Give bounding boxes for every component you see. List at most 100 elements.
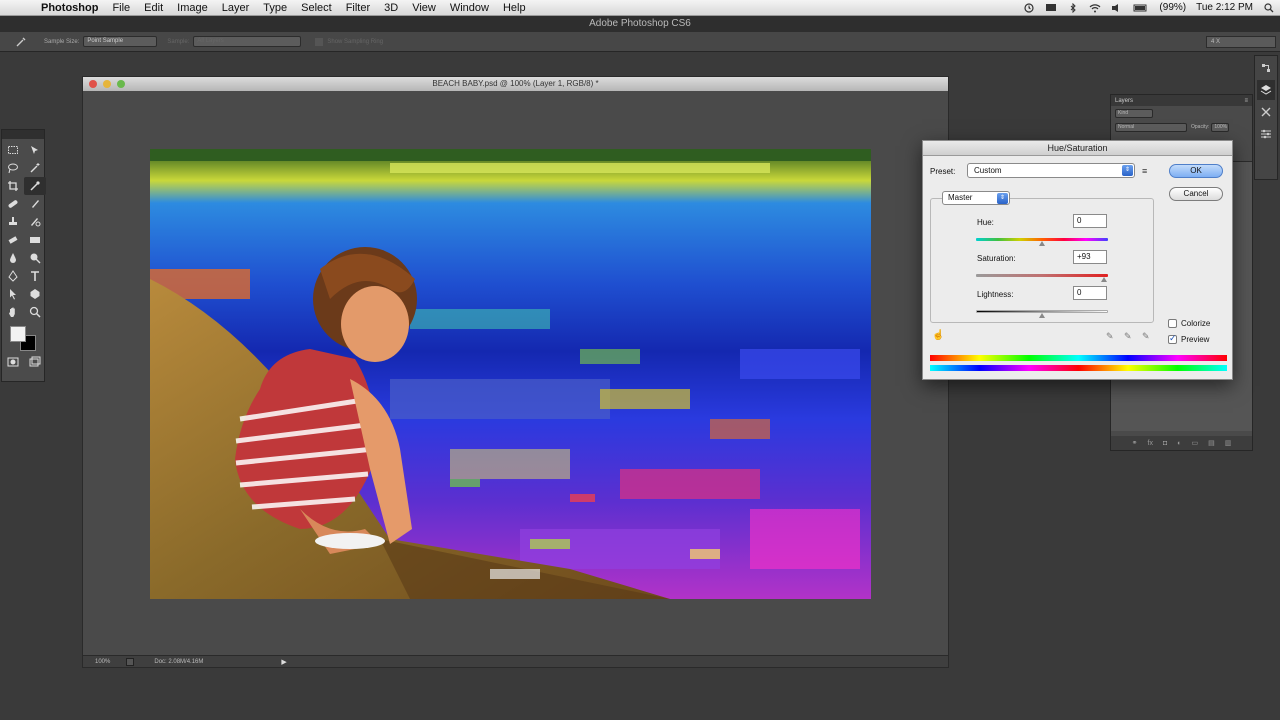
gradient-tool-icon[interactable]: [24, 231, 46, 249]
colorize-label: Colorize: [1181, 319, 1211, 328]
menubar-clock[interactable]: Tue 2:12 PM: [1191, 2, 1258, 13]
eyedropper-minus-icon[interactable]: ✎: [1142, 331, 1150, 342]
pen-tool-icon[interactable]: [2, 267, 24, 285]
zoom-tool-icon[interactable]: [24, 303, 46, 321]
foreground-color-swatch[interactable]: [10, 326, 26, 342]
status-menu-arrow-icon[interactable]: ▶: [281, 658, 286, 666]
sample-layers-select[interactable]: All Layers: [193, 36, 302, 47]
status-options-icon[interactable]: [126, 657, 135, 666]
app-window-title: Adobe Photoshop CS6: [0, 16, 1280, 32]
volume-icon[interactable]: [1111, 3, 1123, 13]
cancel-button[interactable]: Cancel: [1169, 187, 1223, 201]
menu-3d[interactable]: 3D: [377, 0, 405, 16]
type-tool-icon[interactable]: [24, 267, 46, 285]
time-machine-icon[interactable]: [1023, 2, 1035, 13]
battery-icon[interactable]: [1133, 3, 1149, 13]
hue-slider-thumb[interactable]: [1039, 241, 1045, 246]
dock-layers-icon[interactable]: [1257, 80, 1275, 100]
close-window-icon[interactable]: [89, 80, 97, 88]
tools-panel-header[interactable]: [2, 130, 44, 139]
crop-tool-icon[interactable]: [2, 177, 24, 195]
preset-select[interactable]: Custom ⇕: [967, 163, 1135, 178]
document-titlebar[interactable]: BEACH BABY.psd @ 100% (Layer 1, RGB/8) *: [83, 77, 948, 91]
layer-style-icon[interactable]: fx: [1148, 440, 1153, 447]
shape-tool-icon[interactable]: [24, 285, 46, 303]
zoom-level[interactable]: 100%: [95, 659, 110, 665]
blend-mode-select[interactable]: Normal: [1115, 122, 1187, 132]
menu-select[interactable]: Select: [294, 0, 339, 16]
saturation-input[interactable]: +93: [1073, 250, 1107, 264]
eyedropper-tool-icon[interactable]: [24, 177, 46, 195]
menu-image[interactable]: Image: [170, 0, 215, 16]
preview-checkbox[interactable]: [1168, 333, 1177, 344]
marquee-tool-icon[interactable]: [2, 141, 24, 159]
workspace-select[interactable]: 4 X: [1206, 35, 1276, 48]
hue-input[interactable]: 0: [1073, 214, 1107, 228]
opacity-input[interactable]: 100%: [1211, 122, 1230, 132]
delete-layer-icon[interactable]: ▥: [1225, 439, 1232, 447]
image-canvas[interactable]: [150, 149, 871, 599]
healing-brush-tool-icon[interactable]: [2, 195, 24, 213]
add-mask-icon[interactable]: ◘: [1163, 440, 1167, 447]
preset-options-icon[interactable]: ≡: [1142, 166, 1147, 176]
link-layers-icon[interactable]: ⚭: [1132, 439, 1138, 447]
panel-menu-icon[interactable]: ≡: [1244, 98, 1248, 104]
adjustment-layer-icon[interactable]: ◐: [1177, 440, 1181, 447]
spotlight-search-icon[interactable]: [1263, 2, 1275, 13]
new-layer-icon[interactable]: ▤: [1208, 439, 1215, 447]
show-sampling-ring-checkbox[interactable]: [315, 37, 324, 46]
menu-edit[interactable]: Edit: [137, 0, 170, 16]
layers-tab[interactable]: Layers: [1115, 98, 1133, 104]
eyedropper-tool-preset-icon[interactable]: [8, 34, 34, 50]
lightness-slider-thumb[interactable]: [1039, 313, 1045, 318]
menu-file[interactable]: File: [105, 0, 137, 16]
menu-filter[interactable]: Filter: [339, 0, 377, 16]
display-icon[interactable]: [1045, 3, 1057, 13]
channel-value: Master: [948, 193, 973, 202]
preview-option[interactable]: Preview: [1168, 333, 1209, 344]
new-group-icon[interactable]: ▭: [1191, 439, 1198, 447]
move-tool-icon[interactable]: [24, 141, 46, 159]
eraser-tool-icon[interactable]: [2, 231, 24, 249]
sample-size-select[interactable]: Point Sample: [83, 36, 158, 47]
dialog-title[interactable]: Hue/Saturation: [923, 141, 1232, 156]
clone-stamp-tool-icon[interactable]: [2, 213, 24, 231]
menu-app-photoshop[interactable]: Photoshop: [34, 0, 105, 16]
bluetooth-icon[interactable]: [1067, 2, 1079, 13]
dock-adjustments-icon[interactable]: [1257, 124, 1275, 144]
eyedropper-icon[interactable]: ✎: [1106, 331, 1114, 342]
menu-help[interactable]: Help: [496, 0, 533, 16]
menu-type[interactable]: Type: [256, 0, 294, 16]
eyedropper-plus-icon[interactable]: ✎: [1124, 331, 1132, 342]
magic-wand-tool-icon[interactable]: [24, 159, 46, 177]
adjustment-group: [930, 198, 1154, 323]
dock-history-icon[interactable]: [1257, 58, 1275, 78]
dock-tools-icon[interactable]: [1257, 102, 1275, 122]
blur-tool-icon[interactable]: [2, 249, 24, 267]
hand-tool-icon[interactable]: [2, 303, 24, 321]
saturation-slider-thumb[interactable]: [1101, 277, 1107, 282]
colorize-option[interactable]: Colorize: [1168, 319, 1210, 328]
targeted-adjustment-hand-icon[interactable]: ☝: [932, 330, 944, 341]
zoom-window-icon[interactable]: [117, 80, 125, 88]
ok-button[interactable]: OK: [1169, 164, 1223, 178]
minimize-window-icon[interactable]: [103, 80, 111, 88]
channel-select[interactable]: Master ⇕: [942, 191, 1010, 205]
lasso-tool-icon[interactable]: [2, 159, 24, 177]
menu-window[interactable]: Window: [443, 0, 496, 16]
screen-mode-icon[interactable]: [24, 353, 46, 371]
dodge-tool-icon[interactable]: [24, 249, 46, 267]
colorize-checkbox[interactable]: [1168, 319, 1177, 328]
hue-saturation-dialog: Hue/Saturation Preset: Custom ⇕ ≡ OK Can…: [922, 140, 1233, 380]
menu-view[interactable]: View: [405, 0, 443, 16]
lightness-input[interactable]: 0: [1073, 286, 1107, 300]
wifi-icon[interactable]: [1089, 3, 1101, 13]
history-brush-tool-icon[interactable]: [24, 213, 46, 231]
layer-filter-kind-select[interactable]: Kind: [1115, 108, 1153, 118]
quick-mask-icon[interactable]: [2, 353, 24, 371]
layers-footer: ⚭ fx ◘ ◐ ▭ ▤ ▥: [1111, 436, 1252, 450]
path-selection-tool-icon[interactable]: [2, 285, 24, 303]
saturation-slider-track[interactable]: [976, 274, 1108, 277]
brush-tool-icon[interactable]: [24, 195, 46, 213]
menu-layer[interactable]: Layer: [215, 0, 257, 16]
